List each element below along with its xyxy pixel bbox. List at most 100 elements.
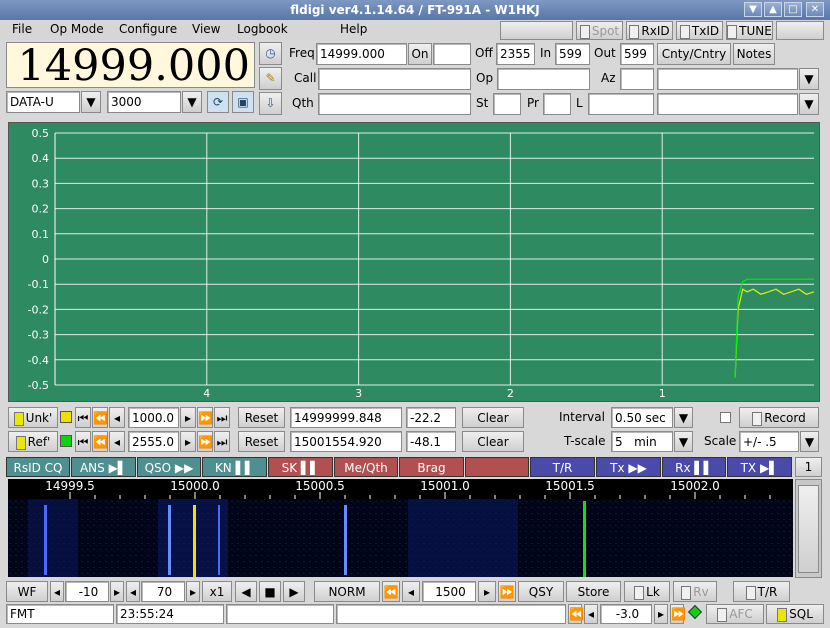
wf-tr-button[interactable]: T/R xyxy=(733,581,790,602)
rst-out-field[interactable]: 599 xyxy=(620,43,654,65)
refresh-icon[interactable]: ⟳ xyxy=(207,91,229,113)
macro-rsid-cq[interactable]: RsID CQ xyxy=(6,457,70,477)
unk-fast-back-icon[interactable]: ⏪ xyxy=(92,407,108,428)
wf-right-icon[interactable]: ▶ xyxy=(283,581,305,602)
macro-kn[interactable]: KN ▌▌ xyxy=(202,457,267,477)
waterfall-display[interactable] xyxy=(8,499,793,577)
close-button[interactable]: ✕ xyxy=(806,2,824,17)
second-select[interactable] xyxy=(657,93,798,115)
country-dropdown-icon[interactable]: ▼ xyxy=(799,68,819,90)
range-down-icon[interactable]: ◂ xyxy=(126,581,140,602)
scale-dropdown-icon[interactable]: ▼ xyxy=(800,431,819,452)
save-log-icon[interactable]: ⇩ xyxy=(259,92,282,115)
afc-button[interactable]: AFC xyxy=(706,604,764,624)
off-field[interactable]: 2355 xyxy=(496,43,535,65)
tscale-field[interactable]: 5 min xyxy=(611,431,673,452)
menu-logbook[interactable]: Logbook xyxy=(237,22,288,36)
store-button[interactable]: Store xyxy=(566,581,621,602)
mode-select[interactable]: DATA-U xyxy=(6,91,80,113)
bandwidth-dropdown-icon[interactable]: ▼ xyxy=(182,91,202,113)
country-select[interactable] xyxy=(657,68,798,90)
norm-button[interactable]: NORM xyxy=(314,581,380,602)
ref-fast-back-icon[interactable]: ⏪ xyxy=(92,431,108,452)
ref-forward-icon[interactable]: ▸ xyxy=(180,431,196,452)
notes-button[interactable]: Notes xyxy=(733,43,775,65)
carrier-up-icon[interactable]: ▸ xyxy=(478,581,496,602)
ref-button[interactable]: Ref' xyxy=(8,431,58,452)
ref-back-icon[interactable]: ◂ xyxy=(109,431,125,452)
menu-configure[interactable]: Configure xyxy=(119,22,177,36)
second-dropdown-icon[interactable]: ▼ xyxy=(799,93,819,115)
unk-last-icon[interactable]: ⏭ xyxy=(214,407,230,428)
frequency-display[interactable]: 14999.000 xyxy=(6,42,255,89)
level-up-icon[interactable]: ▸ xyxy=(110,581,124,602)
rst-in-field[interactable]: 599 xyxy=(555,43,590,65)
range-up-icon[interactable]: ▸ xyxy=(186,581,200,602)
carrier-down-icon[interactable]: ◂ xyxy=(402,581,420,602)
interval-field[interactable]: 0.50 sec xyxy=(611,407,673,428)
tscale-dropdown-icon[interactable]: ▼ xyxy=(674,431,693,452)
ref-last-icon[interactable]: ⏭ xyxy=(214,431,230,452)
macro-tx-2[interactable]: TX ▶▌ xyxy=(727,457,792,477)
menu-op-mode[interactable]: Op Mode xyxy=(50,22,104,36)
waterfall-scroll-thumb[interactable] xyxy=(798,485,819,573)
ref-value-field[interactable]: 2555.0 xyxy=(128,431,179,452)
unk-freq-field[interactable]: 14999999.848 xyxy=(290,407,402,428)
clock-icon[interactable]: ◷ xyxy=(259,42,282,65)
province-field[interactable] xyxy=(543,93,571,115)
tune-button[interactable]: TUNE xyxy=(726,21,773,40)
wf-mode-button[interactable]: WF xyxy=(6,581,48,602)
wf-stop-icon[interactable]: ■ xyxy=(259,581,281,602)
interval-dropdown-icon[interactable]: ▼ xyxy=(674,407,693,428)
zoom-button[interactable]: x1 xyxy=(202,581,232,602)
mode-dropdown-icon[interactable]: ▼ xyxy=(81,91,101,113)
unk-back-icon[interactable]: ◂ xyxy=(109,407,125,428)
unk-forward-icon[interactable]: ▸ xyxy=(180,407,196,428)
on-time-field[interactable] xyxy=(433,43,471,65)
unk-value-field[interactable]: 1000.0 xyxy=(128,407,179,428)
freq-field[interactable]: 14999.000 xyxy=(316,43,407,65)
sql-button[interactable]: SQL xyxy=(766,604,824,624)
locator-field[interactable] xyxy=(588,93,654,115)
ref-reset-button[interactable]: Reset xyxy=(238,431,285,452)
macro-brag[interactable]: Brag xyxy=(399,457,464,477)
az-field[interactable] xyxy=(620,68,654,90)
ref-freq-field[interactable]: 15001554.920 xyxy=(290,431,402,452)
broom-icon[interactable]: ✎ xyxy=(259,67,282,90)
lock-button[interactable]: Lk xyxy=(624,581,670,602)
sql-down-icon[interactable]: ◂ xyxy=(584,604,598,624)
cnty-cntry-button[interactable]: Cnty/Cntry xyxy=(657,43,731,65)
ref-db-field[interactable]: -48.1 xyxy=(406,431,456,452)
level-down-icon[interactable]: ◂ xyxy=(50,581,64,602)
ref-clear-button[interactable]: Clear xyxy=(462,431,524,452)
blank-status-button-2[interactable] xyxy=(776,21,824,40)
call-field[interactable] xyxy=(318,68,471,90)
spot-button[interactable]: Spot xyxy=(576,21,623,40)
macro-bank-button[interactable]: 1 xyxy=(795,457,822,477)
macro-sk[interactable]: SK ▌▌ xyxy=(268,457,333,477)
state-field[interactable] xyxy=(493,93,521,115)
qth-field[interactable] xyxy=(318,93,471,115)
bandwidth-select[interactable]: 3000 xyxy=(107,91,181,113)
menu-view[interactable]: View xyxy=(192,22,220,36)
menu-help[interactable]: Help xyxy=(340,22,367,36)
record-checkbox[interactable] xyxy=(720,412,731,423)
sql-level-field[interactable]: -3.0 xyxy=(600,604,652,624)
txid-button[interactable]: TxID xyxy=(676,21,723,40)
qsy-button[interactable]: QSY xyxy=(518,581,564,602)
macro-rx[interactable]: Rx ▌▌ xyxy=(662,457,726,477)
sql-fast-down-icon[interactable]: ⏪ xyxy=(568,604,584,624)
macro-qso[interactable]: QSO ▶▶ xyxy=(137,457,201,477)
menu-file[interactable]: File xyxy=(12,22,32,36)
unk-db-field[interactable]: -22.2 xyxy=(406,407,456,428)
minimize-button[interactable]: ▼ xyxy=(744,2,762,17)
op-field[interactable] xyxy=(497,68,590,90)
unk-clear-button[interactable]: Clear xyxy=(462,407,524,428)
wf-left-icon[interactable]: ◀ xyxy=(235,581,257,602)
macro-tx[interactable]: Tx ▶▶ xyxy=(596,457,661,477)
ref-fast-forward-icon[interactable]: ⏩ xyxy=(197,431,213,452)
unk-button[interactable]: Unk' xyxy=(8,407,58,428)
carrier-field[interactable]: 1500 xyxy=(422,581,476,602)
on-time-button[interactable]: On xyxy=(408,43,432,65)
rxid-button[interactable]: RxID xyxy=(626,21,673,40)
